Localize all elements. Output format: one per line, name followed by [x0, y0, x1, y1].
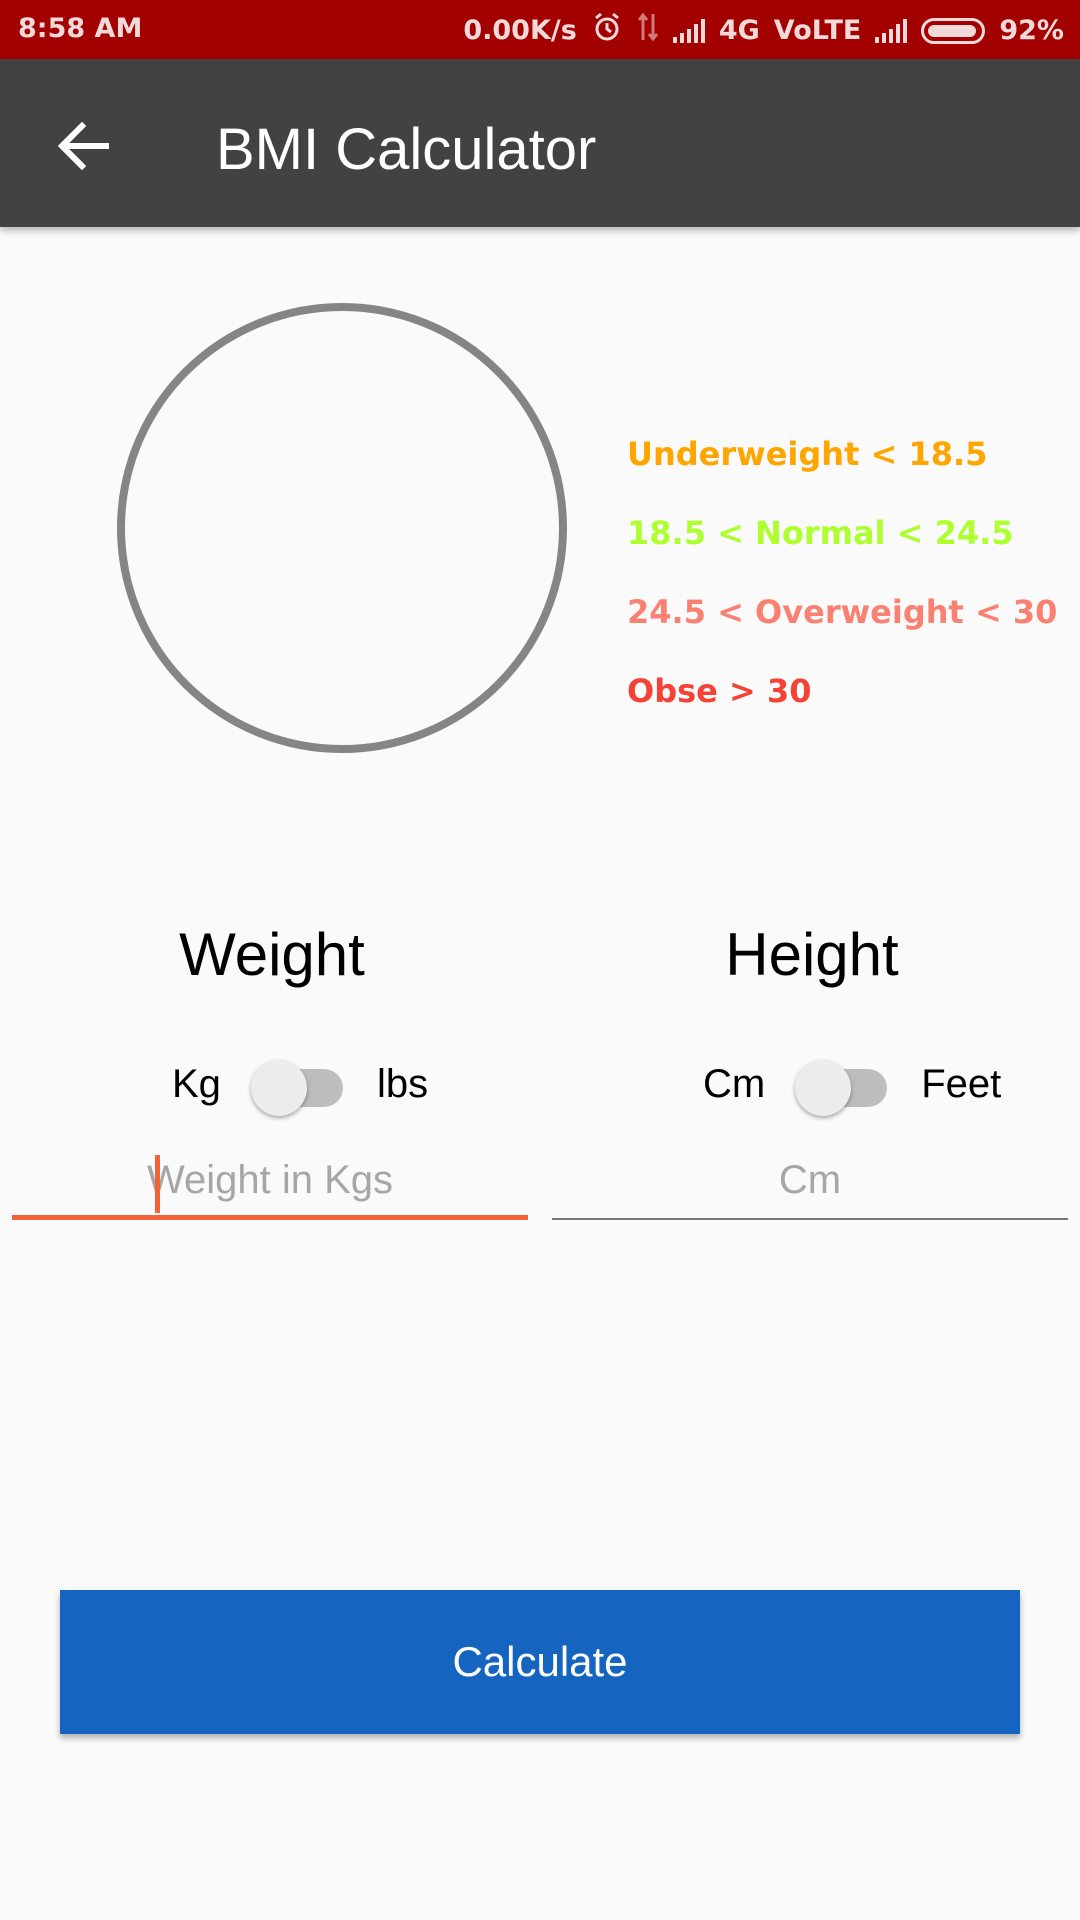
weight-title: Weight: [179, 921, 365, 988]
screen: 8:58 AM 0.00K/s 4G VoLTE 92% BMI Calcula…: [0, 0, 1080, 1920]
status-bar: 8:58 AM 0.00K/s 4G VoLTE 92%: [0, 0, 1080, 59]
legend-overweight: 24.5 < Overweight < 30: [627, 593, 1058, 631]
status-right: 0.00K/s 4G VoLTE 92%: [463, 11, 1064, 50]
height-input[interactable]: Cm: [552, 1150, 1068, 1220]
height-placeholder: Cm: [778, 1158, 842, 1202]
app-title: BMI Calculator: [216, 117, 597, 182]
weight-unit-row: Kg lbs: [172, 1054, 429, 1116]
height-title: Height: [725, 921, 899, 988]
legend-underweight: Underweight < 18.5: [627, 435, 988, 473]
battery-icon: [921, 17, 986, 44]
legend-obese: Obse > 30: [627, 672, 812, 710]
text-cursor: [155, 1155, 160, 1213]
height-unit-cm: Cm: [703, 1061, 766, 1106]
network-speed: 0.00K/s: [463, 15, 577, 46]
data-transfer-icon: [637, 12, 659, 49]
signal-strength-icon: [672, 18, 705, 43]
bmi-result-circle: [117, 303, 567, 753]
alarm-icon: [591, 11, 623, 50]
weight-unit-lbs: lbs: [376, 1061, 429, 1106]
height-unit-row: Cm Feet: [703, 1054, 1002, 1116]
back-button[interactable]: [48, 112, 120, 184]
weight-unit-toggle[interactable]: [250, 1054, 347, 1116]
status-time: 8:58 AM: [18, 13, 143, 44]
calculate-button[interactable]: Calculate: [60, 1590, 1020, 1734]
volte-label: VoLTE: [773, 15, 862, 46]
legend-normal: 18.5 < Normal < 24.5: [627, 514, 1014, 552]
weight-placeholder: Weight in Kgs: [146, 1158, 394, 1202]
network-type: 4G: [718, 15, 760, 46]
height-unit-feet: Feet: [921, 1061, 1002, 1106]
battery-percent: 92%: [999, 15, 1064, 46]
bmi-legend: Underweight < 18.5 18.5 < Normal < 24.5 …: [627, 415, 1057, 731]
weight-input[interactable]: Weight in Kgs: [12, 1150, 528, 1220]
app-bar: BMI Calculator: [0, 59, 1080, 227]
signal-strength-2-icon: [875, 18, 908, 43]
height-unit-toggle[interactable]: [795, 1054, 891, 1116]
weight-unit-kg: Kg: [172, 1061, 221, 1106]
back-arrow-icon: [57, 121, 109, 171]
